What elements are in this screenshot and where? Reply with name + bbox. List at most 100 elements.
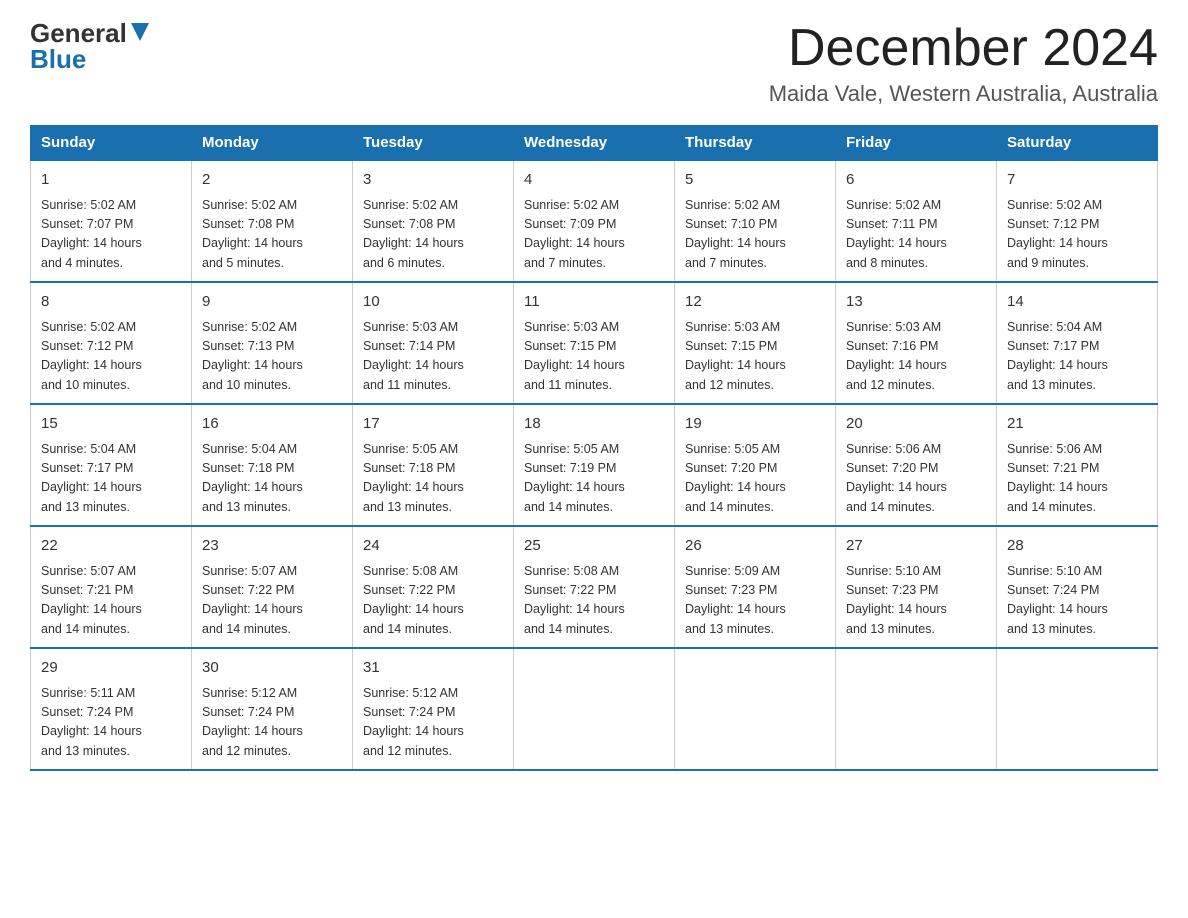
calendar-cell: 8 Sunrise: 5:02 AMSunset: 7:12 PMDayligh… <box>31 282 192 404</box>
day-info: Sunrise: 5:02 AMSunset: 7:09 PMDaylight:… <box>524 198 625 270</box>
col-thursday: Thursday <box>675 126 836 161</box>
day-info: Sunrise: 5:10 AMSunset: 7:24 PMDaylight:… <box>1007 564 1108 636</box>
calendar-cell: 3 Sunrise: 5:02 AMSunset: 7:08 PMDayligh… <box>353 160 514 282</box>
calendar-cell <box>514 648 675 770</box>
page-header: General Blue December 2024 Maida Vale, W… <box>30 20 1158 107</box>
day-number: 4 <box>524 169 664 192</box>
day-number: 9 <box>202 291 342 314</box>
calendar-cell: 31 Sunrise: 5:12 AMSunset: 7:24 PMDaylig… <box>353 648 514 770</box>
day-number: 19 <box>685 413 825 436</box>
calendar-cell: 26 Sunrise: 5:09 AMSunset: 7:23 PMDaylig… <box>675 526 836 648</box>
day-number: 30 <box>202 657 342 680</box>
day-number: 6 <box>846 169 986 192</box>
calendar-cell: 5 Sunrise: 5:02 AMSunset: 7:10 PMDayligh… <box>675 160 836 282</box>
calendar-cell: 11 Sunrise: 5:03 AMSunset: 7:15 PMDaylig… <box>514 282 675 404</box>
calendar-cell: 19 Sunrise: 5:05 AMSunset: 7:20 PMDaylig… <box>675 404 836 526</box>
calendar-cell: 15 Sunrise: 5:04 AMSunset: 7:17 PMDaylig… <box>31 404 192 526</box>
calendar-week-3: 15 Sunrise: 5:04 AMSunset: 7:17 PMDaylig… <box>31 404 1158 526</box>
day-info: Sunrise: 5:02 AMSunset: 7:08 PMDaylight:… <box>363 198 464 270</box>
calendar-cell: 1 Sunrise: 5:02 AMSunset: 7:07 PMDayligh… <box>31 160 192 282</box>
day-number: 10 <box>363 291 503 314</box>
calendar-cell: 30 Sunrise: 5:12 AMSunset: 7:24 PMDaylig… <box>192 648 353 770</box>
day-info: Sunrise: 5:04 AMSunset: 7:18 PMDaylight:… <box>202 442 303 514</box>
calendar-cell: 7 Sunrise: 5:02 AMSunset: 7:12 PMDayligh… <box>997 160 1158 282</box>
calendar-cell: 29 Sunrise: 5:11 AMSunset: 7:24 PMDaylig… <box>31 648 192 770</box>
col-tuesday: Tuesday <box>353 126 514 161</box>
calendar-cell: 20 Sunrise: 5:06 AMSunset: 7:20 PMDaylig… <box>836 404 997 526</box>
day-info: Sunrise: 5:11 AMSunset: 7:24 PMDaylight:… <box>41 686 142 758</box>
calendar-cell: 25 Sunrise: 5:08 AMSunset: 7:22 PMDaylig… <box>514 526 675 648</box>
day-info: Sunrise: 5:03 AMSunset: 7:14 PMDaylight:… <box>363 320 464 392</box>
col-sunday: Sunday <box>31 126 192 161</box>
day-info: Sunrise: 5:04 AMSunset: 7:17 PMDaylight:… <box>41 442 142 514</box>
day-number: 18 <box>524 413 664 436</box>
day-number: 28 <box>1007 535 1147 558</box>
day-number: 17 <box>363 413 503 436</box>
calendar-cell: 2 Sunrise: 5:02 AMSunset: 7:08 PMDayligh… <box>192 160 353 282</box>
calendar-cell: 21 Sunrise: 5:06 AMSunset: 7:21 PMDaylig… <box>997 404 1158 526</box>
day-number: 26 <box>685 535 825 558</box>
calendar-cell: 28 Sunrise: 5:10 AMSunset: 7:24 PMDaylig… <box>997 526 1158 648</box>
logo-general-text: General <box>30 20 127 46</box>
day-info: Sunrise: 5:02 AMSunset: 7:07 PMDaylight:… <box>41 198 142 270</box>
day-number: 31 <box>363 657 503 680</box>
calendar-cell: 27 Sunrise: 5:10 AMSunset: 7:23 PMDaylig… <box>836 526 997 648</box>
day-number: 24 <box>363 535 503 558</box>
calendar-week-1: 1 Sunrise: 5:02 AMSunset: 7:07 PMDayligh… <box>31 160 1158 282</box>
calendar-week-2: 8 Sunrise: 5:02 AMSunset: 7:12 PMDayligh… <box>31 282 1158 404</box>
day-number: 3 <box>363 169 503 192</box>
calendar-cell: 6 Sunrise: 5:02 AMSunset: 7:11 PMDayligh… <box>836 160 997 282</box>
calendar-cell: 14 Sunrise: 5:04 AMSunset: 7:17 PMDaylig… <box>997 282 1158 404</box>
day-number: 29 <box>41 657 181 680</box>
day-number: 11 <box>524 291 664 314</box>
calendar-cell: 22 Sunrise: 5:07 AMSunset: 7:21 PMDaylig… <box>31 526 192 648</box>
calendar-cell <box>997 648 1158 770</box>
day-info: Sunrise: 5:04 AMSunset: 7:17 PMDaylight:… <box>1007 320 1108 392</box>
day-number: 16 <box>202 413 342 436</box>
calendar-cell: 4 Sunrise: 5:02 AMSunset: 7:09 PMDayligh… <box>514 160 675 282</box>
day-info: Sunrise: 5:07 AMSunset: 7:22 PMDaylight:… <box>202 564 303 636</box>
calendar-cell: 12 Sunrise: 5:03 AMSunset: 7:15 PMDaylig… <box>675 282 836 404</box>
day-info: Sunrise: 5:12 AMSunset: 7:24 PMDaylight:… <box>202 686 303 758</box>
day-info: Sunrise: 5:05 AMSunset: 7:18 PMDaylight:… <box>363 442 464 514</box>
day-number: 22 <box>41 535 181 558</box>
day-info: Sunrise: 5:09 AMSunset: 7:23 PMDaylight:… <box>685 564 786 636</box>
calendar-week-4: 22 Sunrise: 5:07 AMSunset: 7:21 PMDaylig… <box>31 526 1158 648</box>
day-info: Sunrise: 5:12 AMSunset: 7:24 PMDaylight:… <box>363 686 464 758</box>
day-info: Sunrise: 5:05 AMSunset: 7:20 PMDaylight:… <box>685 442 786 514</box>
calendar-table: Sunday Monday Tuesday Wednesday Thursday… <box>30 125 1158 771</box>
logo-arrow-icon <box>129 21 151 43</box>
calendar-cell: 10 Sunrise: 5:03 AMSunset: 7:14 PMDaylig… <box>353 282 514 404</box>
day-number: 8 <box>41 291 181 314</box>
logo-blue-text: Blue <box>30 46 86 72</box>
day-info: Sunrise: 5:08 AMSunset: 7:22 PMDaylight:… <box>363 564 464 636</box>
day-info: Sunrise: 5:06 AMSunset: 7:21 PMDaylight:… <box>1007 442 1108 514</box>
day-info: Sunrise: 5:05 AMSunset: 7:19 PMDaylight:… <box>524 442 625 514</box>
day-info: Sunrise: 5:02 AMSunset: 7:08 PMDaylight:… <box>202 198 303 270</box>
calendar-cell: 23 Sunrise: 5:07 AMSunset: 7:22 PMDaylig… <box>192 526 353 648</box>
day-number: 14 <box>1007 291 1147 314</box>
day-number: 21 <box>1007 413 1147 436</box>
calendar-cell: 13 Sunrise: 5:03 AMSunset: 7:16 PMDaylig… <box>836 282 997 404</box>
day-number: 20 <box>846 413 986 436</box>
day-number: 15 <box>41 413 181 436</box>
logo: General Blue <box>30 20 151 72</box>
day-number: 13 <box>846 291 986 314</box>
day-info: Sunrise: 5:02 AMSunset: 7:12 PMDaylight:… <box>1007 198 1108 270</box>
calendar-cell: 9 Sunrise: 5:02 AMSunset: 7:13 PMDayligh… <box>192 282 353 404</box>
calendar-cell: 18 Sunrise: 5:05 AMSunset: 7:19 PMDaylig… <box>514 404 675 526</box>
day-number: 23 <box>202 535 342 558</box>
calendar-cell <box>675 648 836 770</box>
col-saturday: Saturday <box>997 126 1158 161</box>
calendar-week-5: 29 Sunrise: 5:11 AMSunset: 7:24 PMDaylig… <box>31 648 1158 770</box>
calendar-cell: 16 Sunrise: 5:04 AMSunset: 7:18 PMDaylig… <box>192 404 353 526</box>
day-info: Sunrise: 5:02 AMSunset: 7:13 PMDaylight:… <box>202 320 303 392</box>
day-info: Sunrise: 5:10 AMSunset: 7:23 PMDaylight:… <box>846 564 947 636</box>
day-info: Sunrise: 5:03 AMSunset: 7:16 PMDaylight:… <box>846 320 947 392</box>
title-block: December 2024 Maida Vale, Western Austra… <box>769 20 1158 107</box>
day-info: Sunrise: 5:02 AMSunset: 7:12 PMDaylight:… <box>41 320 142 392</box>
day-info: Sunrise: 5:02 AMSunset: 7:10 PMDaylight:… <box>685 198 786 270</box>
day-info: Sunrise: 5:03 AMSunset: 7:15 PMDaylight:… <box>685 320 786 392</box>
day-number: 1 <box>41 169 181 192</box>
calendar-cell: 17 Sunrise: 5:05 AMSunset: 7:18 PMDaylig… <box>353 404 514 526</box>
